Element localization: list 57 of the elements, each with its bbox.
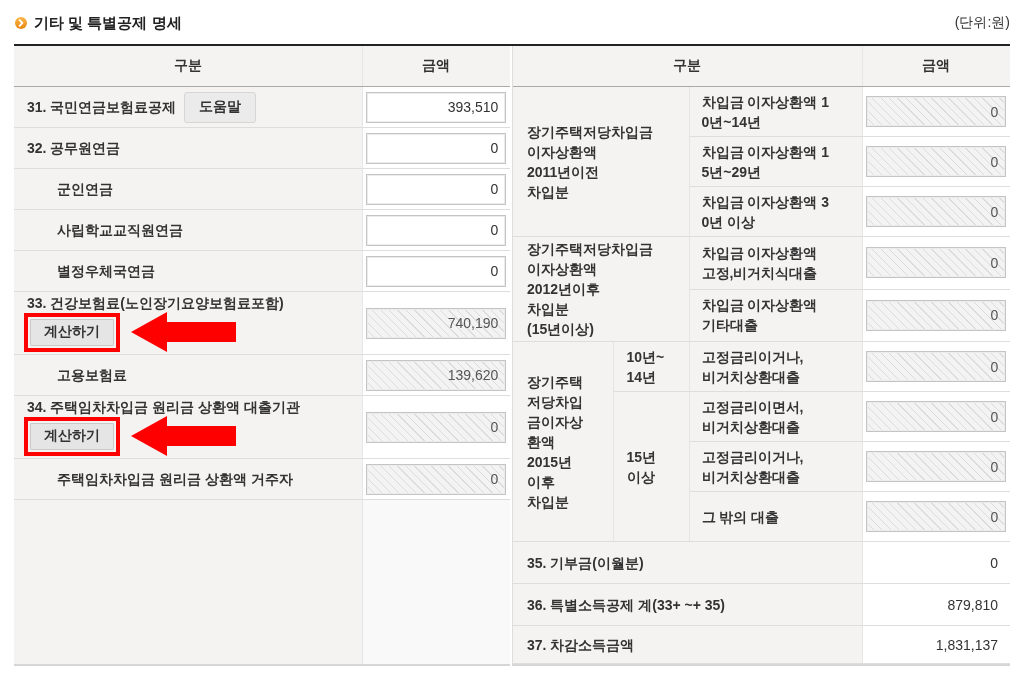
- calculate-button[interactable]: 계산하기: [30, 422, 114, 450]
- calculate-button[interactable]: 계산하기: [30, 318, 114, 346]
- amount-field[interactable]: 0: [366, 411, 507, 443]
- help-button[interactable]: 도움말: [184, 91, 257, 123]
- amount-field[interactable]: 0: [866, 196, 1007, 227]
- total-value: 879,810: [947, 596, 998, 613]
- row-label: 32. 공무원연금: [27, 139, 121, 157]
- amount-field[interactable]: 0: [366, 463, 507, 495]
- item-label: 차입금 이자상환액 1 0년~14년: [701, 92, 831, 132]
- group-label: 장기주택 저당차입 금이자상 환액 2015년 이후 차입분: [527, 372, 584, 512]
- amount-field[interactable]: 0: [866, 146, 1007, 177]
- row-label: 고용보험료: [57, 366, 127, 384]
- item-label: 그 밖의 대출: [701, 507, 781, 527]
- item-label: 고정금리이면서, 비거치상환대출: [701, 397, 805, 437]
- item-label: 고정금리이거나, 비거치상환대출: [701, 447, 805, 487]
- subgroup-label: 15년 이상: [626, 447, 658, 487]
- row-label: 별정우체국연금: [57, 262, 155, 280]
- column-header: 금액: [422, 57, 451, 73]
- row-label: 34. 주택임차차입금 원리금 상환액 대출기관: [27, 398, 301, 416]
- row-label: 사립학교교직원연금: [57, 221, 183, 239]
- item-label: 차입금 이자상환액 고정,비거치식대출: [701, 243, 819, 283]
- chevron-circle-icon: [15, 17, 27, 29]
- row-label: 33. 건강보험료(노인장기요양보험료포함): [27, 294, 284, 312]
- amount-field[interactable]: 0: [366, 255, 507, 287]
- item-label: 차입금 이자상환액 3 0년 이상: [701, 192, 831, 232]
- group-label: 장기주택저당차입금 이자상환액 2011년이전 차입분: [527, 122, 654, 202]
- item-label: 차입금 이자상환액 기타대출: [701, 296, 819, 336]
- amount-field[interactable]: 740,190: [366, 307, 507, 339]
- total-label: 36. 특별소득공제 계(33+ ~+ 35): [527, 596, 726, 613]
- amount-field[interactable]: 0: [866, 247, 1007, 279]
- amount-field[interactable]: 0: [866, 351, 1007, 382]
- group-label: 장기주택저당차입금 이자상환액 2012년이후 차입분 (15년이상): [527, 240, 654, 339]
- total-value: 0: [990, 554, 998, 571]
- total-label: 35. 기부금(이월분): [527, 554, 644, 571]
- column-header: 금액: [922, 57, 951, 73]
- row-label: 군인연금: [57, 180, 113, 198]
- amount-field[interactable]: 0: [866, 299, 1007, 331]
- unit-label: (단위:원): [954, 14, 1010, 32]
- amount-field[interactable]: 0: [866, 501, 1007, 532]
- row-label: 31. 국민연금보험료공제: [27, 98, 177, 116]
- item-label: 고정금리이거나, 비거치상환대출: [701, 347, 805, 387]
- amount-field[interactable]: 139,620: [366, 359, 507, 391]
- amount-field[interactable]: 393,510: [366, 91, 507, 123]
- amount-field[interactable]: 0: [866, 96, 1007, 127]
- subgroup-label: 10년~ 14년: [626, 347, 666, 387]
- amount-field[interactable]: 0: [366, 132, 507, 164]
- amount-field[interactable]: 0: [366, 173, 507, 205]
- row-label: 주택임차차입금 원리금 상환액 거주자: [57, 470, 293, 488]
- amount-field[interactable]: 0: [866, 401, 1007, 432]
- section-title: 기타 및 특별공제 명세: [34, 13, 182, 33]
- total-value: 1,831,137: [935, 636, 998, 653]
- item-label: 차입금 이자상환액 1 5년~29년: [701, 142, 831, 182]
- amount-field[interactable]: 0: [366, 214, 507, 246]
- total-label: 37. 차감소득금액: [527, 636, 635, 653]
- column-header: 구분: [673, 57, 702, 73]
- amount-field[interactable]: 0: [866, 451, 1007, 482]
- column-header: 구분: [173, 57, 202, 73]
